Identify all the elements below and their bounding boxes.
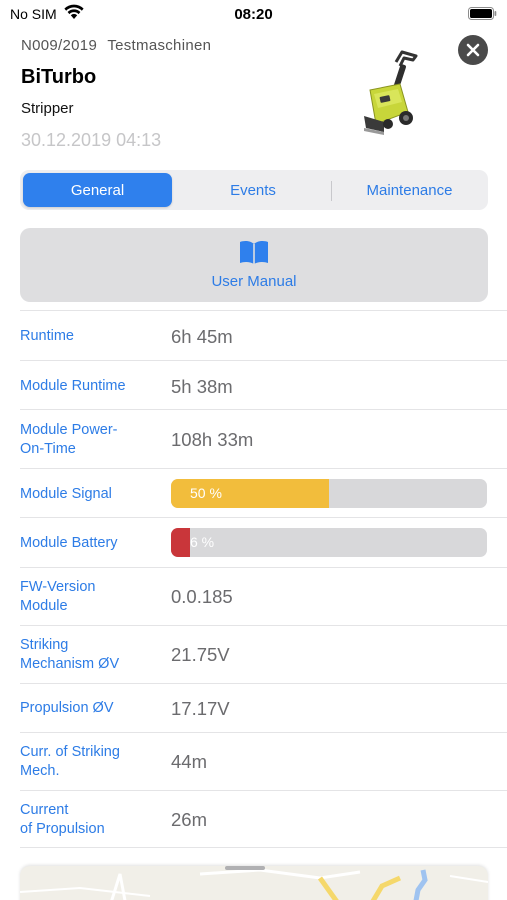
tab-maintenance[interactable]: Maintenance: [334, 173, 485, 207]
row-striking-mechanism-voltage: Striking Mechanism ØV 21.75V: [20, 625, 507, 683]
row-module-runtime: Module Runtime 5h 38m: [20, 360, 507, 409]
machine-title: BiTurbo: [21, 66, 97, 88]
module-power-on-time-value: 108h 33m: [171, 429, 254, 450]
row-fw-version: FW-Version Module 0.0.185: [20, 567, 507, 625]
runtime-value: 6h 45m: [171, 326, 233, 347]
fw-version-value: 0.0.185: [171, 586, 233, 607]
user-manual-button[interactable]: User Manual: [20, 228, 488, 302]
row-module-power-on-time: Module Power- On-Time 108h 33m: [20, 409, 507, 468]
battery-icon: [468, 7, 497, 20]
machine-type: Stripper: [21, 100, 74, 117]
propulsion-voltage-label: Propulsion ØV: [20, 700, 114, 716]
module-signal-value: 50 %: [190, 485, 222, 501]
striking-mechanism-voltage-value: 21.75V: [171, 644, 230, 665]
machine-header: N009/2019 Testmaschinen BiTurbo Stripper…: [0, 30, 507, 160]
fw-version-label: FW-Version Module: [20, 579, 96, 614]
row-current-striking-mech: Curr. of Striking Mech. 44m: [20, 732, 507, 790]
row-current-propulsion: Current of Propulsion 26m: [20, 790, 507, 848]
last-update-timestamp: 30.12.2019 04:13: [21, 130, 162, 150]
user-manual-label: User Manual: [211, 273, 297, 290]
propulsion-voltage-value: 17.17V: [171, 698, 230, 719]
tab-bar: General Events Maintenance: [20, 170, 488, 210]
clock: 08:20: [234, 6, 273, 23]
drag-handle[interactable]: [225, 866, 265, 870]
row-runtime: Runtime 6h 45m: [20, 310, 507, 360]
row-module-signal: Module Signal 50 %: [20, 468, 507, 517]
current-striking-mech-label: Curr. of Striking Mech.: [20, 744, 120, 779]
row-module-battery: Module Battery 6 %: [20, 517, 507, 567]
tab-general[interactable]: General: [23, 173, 172, 207]
module-power-on-time-label: Module Power- On-Time: [20, 422, 118, 457]
current-striking-mech-value: 44m: [171, 751, 207, 772]
current-propulsion-label: Current of Propulsion: [20, 802, 105, 837]
module-battery-value: 6 %: [190, 534, 215, 550]
runtime-label: Runtime: [20, 328, 74, 344]
close-icon: [466, 43, 480, 57]
striking-mechanism-voltage-label: Striking Mechanism ØV: [20, 637, 120, 672]
module-signal-label: Module Signal: [20, 486, 112, 502]
machine-number: N009/2019: [21, 37, 98, 54]
module-runtime-label: Module Runtime: [20, 378, 126, 394]
module-runtime-value: 5h 38m: [171, 376, 233, 397]
current-propulsion-value: 26m: [171, 809, 207, 830]
machine-id: N009/2019 Testmaschinen: [21, 37, 217, 54]
module-signal-bar: 50 %: [171, 479, 487, 508]
row-propulsion-voltage: Propulsion ØV 17.17V: [20, 683, 507, 732]
close-button[interactable]: [458, 35, 488, 65]
machine-group: Testmaschinen: [107, 37, 212, 54]
tab-divider: [331, 181, 332, 201]
module-battery-fill: [171, 528, 190, 557]
tab-events[interactable]: Events: [178, 173, 328, 207]
status-bar: No SIM 08:20: [0, 0, 507, 28]
book-icon: [240, 241, 268, 264]
machine-image: [364, 50, 418, 135]
map-tiles: [20, 868, 488, 900]
location-map[interactable]: [20, 866, 488, 900]
module-battery-label: Module Battery: [20, 535, 118, 551]
module-battery-bar: 6 %: [171, 528, 487, 557]
